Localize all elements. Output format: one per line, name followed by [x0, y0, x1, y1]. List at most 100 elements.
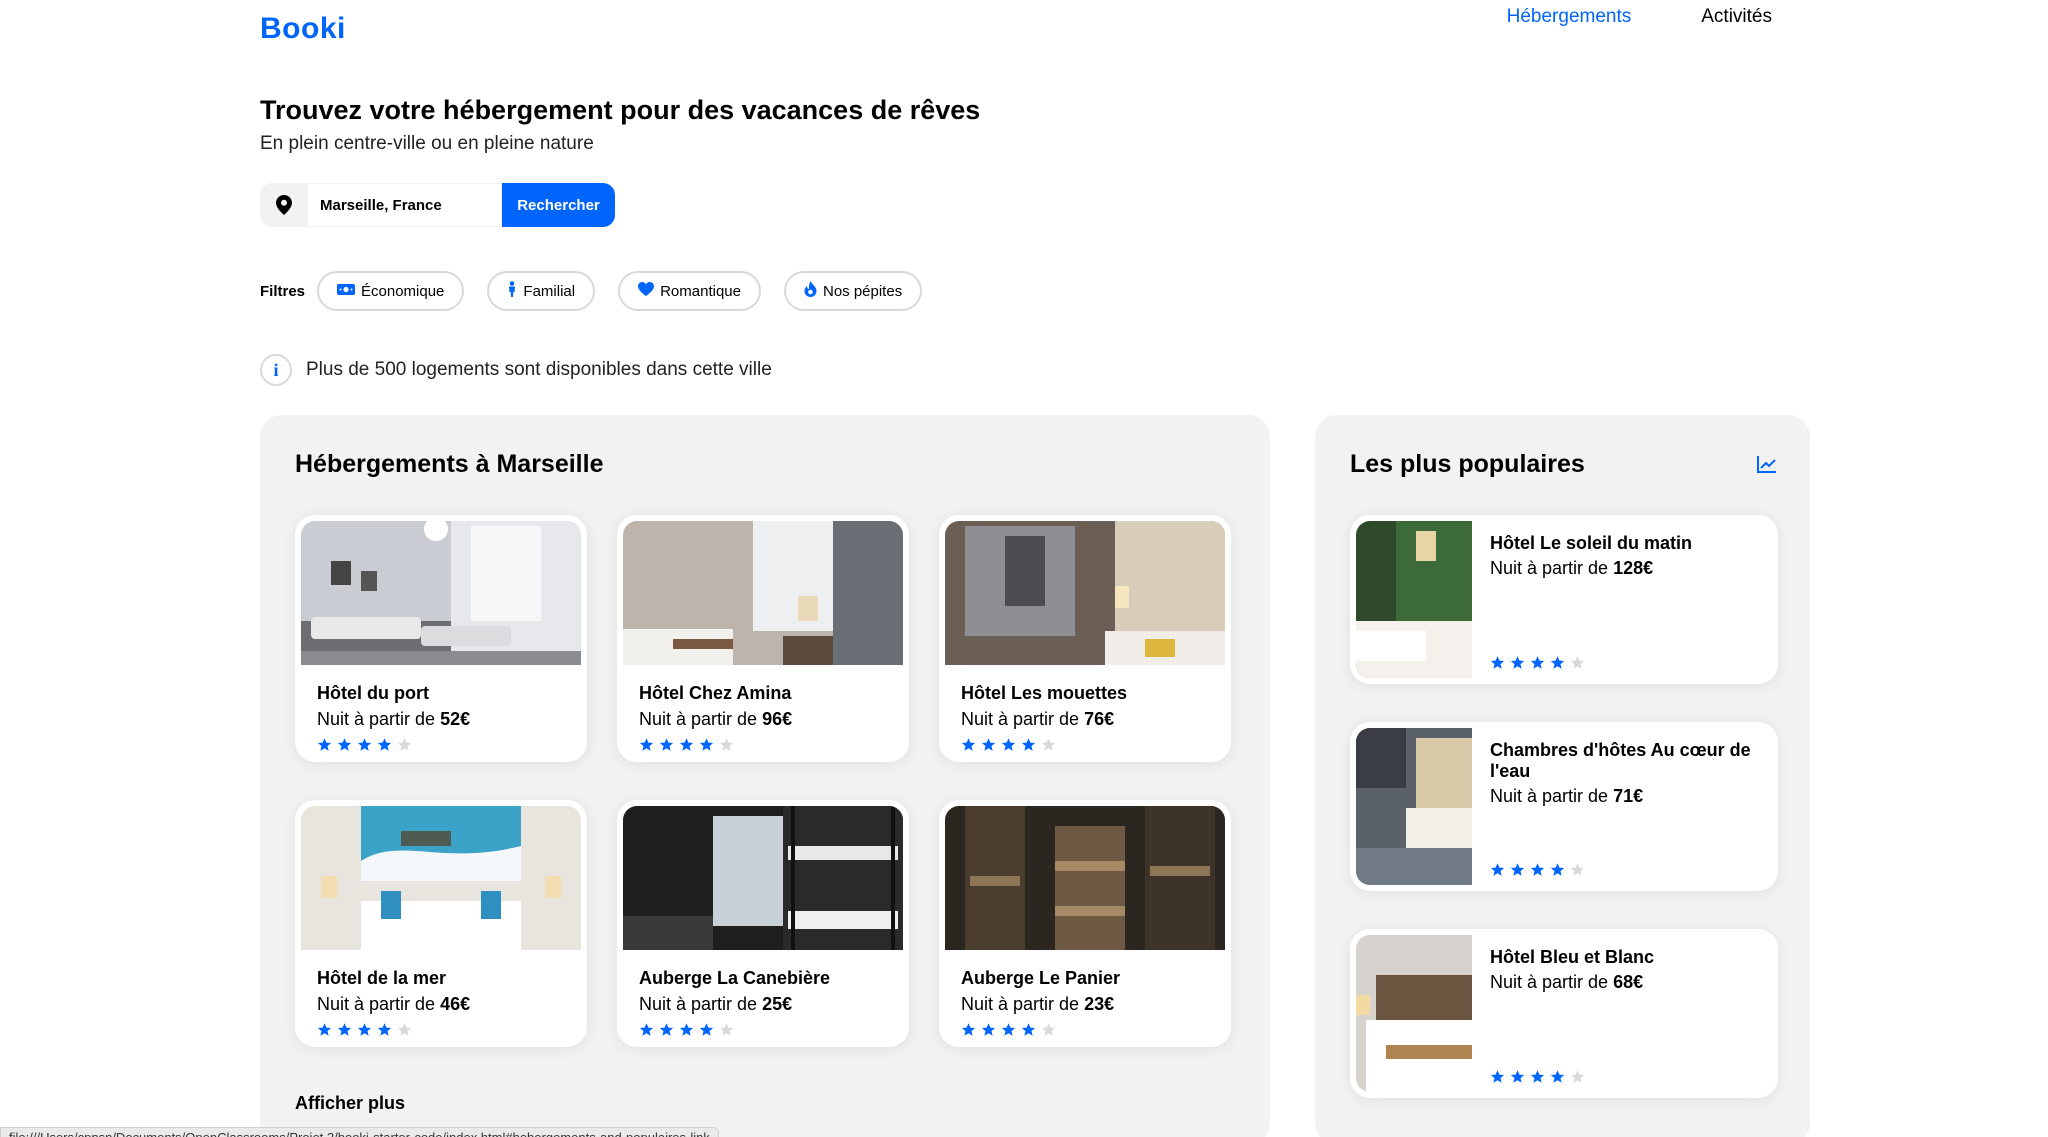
nav-hebergements[interactable]: Hébergements [1507, 6, 1632, 28]
star-filled-icon [699, 1023, 714, 1036]
populaires-section: Les plus populaires Hôtel Le soleil du m… [1315, 415, 1810, 1137]
popular-card[interactable]: Hôtel Bleu et Blanc Nuit à partir de 68€ [1350, 929, 1778, 1098]
filter-romantique[interactable]: Romantique [618, 271, 761, 311]
price-value: 71€ [1613, 786, 1644, 806]
star-filled-icon [679, 1023, 694, 1036]
star-empty-icon [397, 738, 412, 751]
price-value: 23€ [1084, 994, 1115, 1014]
section-title: Les plus populaires [1350, 450, 1585, 478]
popular-card[interactable]: Chambres d'hôtes Au cœur de l'eau Nuit à… [1350, 722, 1778, 891]
star-filled-icon [1550, 863, 1565, 876]
rating-stars [639, 737, 734, 752]
page-title: Trouvez votre hébergement pour des vacan… [260, 95, 981, 125]
star-filled-icon [1490, 656, 1505, 669]
star-empty-icon [1041, 738, 1056, 751]
rating-stars [317, 737, 412, 752]
money-icon [337, 283, 356, 300]
star-empty-icon [397, 1023, 412, 1036]
star-filled-icon [1550, 1070, 1565, 1083]
info-icon: i [260, 354, 292, 386]
header: Booki Hébergements Activités [260, 0, 1790, 60]
star-filled-icon [1510, 863, 1525, 876]
star-filled-icon [639, 738, 654, 751]
hebergements-section: Hébergements à Marseille Hôtel du port N… [260, 415, 1270, 1137]
hotel-name: Hôtel Chez Amina [639, 683, 792, 703]
star-filled-icon [659, 738, 674, 751]
page-subtitle: En plein centre-ville ou en pleine natur… [260, 133, 594, 154]
hotel-name: Hôtel Le soleil du matin [1490, 533, 1693, 553]
section-title: Hébergements à Marseille [295, 450, 604, 478]
browser-status-bar: file:///Users/cpnsn/Documents/OpenClassr… [0, 1127, 719, 1137]
star-empty-icon [719, 1023, 734, 1036]
star-filled-icon [377, 1023, 392, 1036]
hotel-card[interactable]: Hôtel du port Nuit à partir de 52€ [295, 515, 587, 762]
rating-stars [1490, 655, 1585, 670]
hotel-card[interactable]: Hôtel Chez Amina Nuit à partir de 96€ [617, 515, 909, 762]
price-value: 46€ [440, 994, 471, 1014]
star-filled-icon [1021, 738, 1036, 751]
search-button[interactable]: Rechercher [502, 183, 615, 227]
hotel-price: Nuit à partir de 23€ [961, 994, 1114, 1015]
trending-chart-icon [1757, 455, 1777, 478]
filter-nos-pepites[interactable]: Nos pépites [783, 271, 923, 311]
person-icon [507, 281, 517, 301]
hotel-price: Nuit à partir de 71€ [1490, 786, 1643, 807]
hotel-card[interactable]: Hôtel Les mouettes Nuit à partir de 76€ [939, 515, 1231, 762]
filters-bar: Filtres Économique Familial Romantique N… [260, 271, 945, 311]
hotel-price: Nuit à partir de 46€ [317, 994, 470, 1015]
star-empty-icon [1041, 1023, 1056, 1036]
hotel-photo [623, 521, 903, 665]
star-filled-icon [1530, 863, 1545, 876]
hotel-name: Hôtel du port [317, 683, 429, 703]
star-filled-icon [679, 738, 694, 751]
show-more-link[interactable]: Afficher plus [295, 1093, 405, 1114]
star-filled-icon [1510, 656, 1525, 669]
nav-activites[interactable]: Activités [1701, 6, 1772, 28]
hotel-name: Auberge Le Panier [961, 968, 1121, 988]
price-prefix: Nuit à partir de [639, 994, 763, 1014]
hotel-price: Nuit à partir de 68€ [1490, 972, 1643, 993]
hotel-photo [301, 806, 581, 950]
rating-stars [961, 737, 1056, 752]
hotel-photo [301, 521, 581, 665]
hotel-card[interactable]: Auberge La Canebière Nuit à partir de 25… [617, 800, 909, 1047]
price-value: 52€ [440, 709, 471, 729]
filter-label: Familial [523, 282, 576, 300]
rating-stars [639, 1022, 734, 1037]
filter-label: Économique [361, 282, 445, 300]
star-filled-icon [357, 738, 372, 751]
star-filled-icon [659, 1023, 674, 1036]
star-filled-icon [337, 1023, 352, 1036]
price-prefix: Nuit à partir de [961, 709, 1085, 729]
star-filled-icon [377, 738, 392, 751]
rating-stars [1490, 1069, 1585, 1084]
filter-familial[interactable]: Familial [487, 271, 596, 311]
price-prefix: Nuit à partir de [1490, 972, 1614, 992]
hotel-name: Hôtel de la mer [317, 968, 447, 988]
popular-card[interactable]: Hôtel Le soleil du matin Nuit à partir d… [1350, 515, 1778, 684]
star-filled-icon [981, 738, 996, 751]
star-filled-icon [1021, 1023, 1036, 1036]
hotel-card[interactable]: Auberge Le Panier Nuit à partir de 23€ [939, 800, 1231, 1047]
star-filled-icon [639, 1023, 654, 1036]
star-filled-icon [961, 1023, 976, 1036]
price-prefix: Nuit à partir de [317, 709, 441, 729]
booki-logo[interactable]: Booki [260, 12, 346, 46]
hotel-price: Nuit à partir de 128€ [1490, 558, 1653, 579]
price-prefix: Nuit à partir de [639, 709, 763, 729]
hotel-name: Hôtel Bleu et Blanc [1490, 947, 1655, 967]
price-prefix: Nuit à partir de [317, 994, 441, 1014]
star-filled-icon [1001, 738, 1016, 751]
star-filled-icon [337, 738, 352, 751]
hotel-card[interactable]: Hôtel de la mer Nuit à partir de 46€ [295, 800, 587, 1047]
rating-stars [317, 1022, 412, 1037]
rating-stars [1490, 862, 1585, 877]
star-filled-icon [1490, 1070, 1505, 1083]
search-input[interactable] [308, 183, 502, 227]
star-filled-icon [357, 1023, 372, 1036]
hotel-price: Nuit à partir de 76€ [961, 709, 1114, 730]
star-filled-icon [1490, 863, 1505, 876]
filter-economique[interactable]: Économique [317, 271, 465, 311]
price-value: 68€ [1613, 972, 1644, 992]
price-value: 128€ [1613, 558, 1654, 578]
